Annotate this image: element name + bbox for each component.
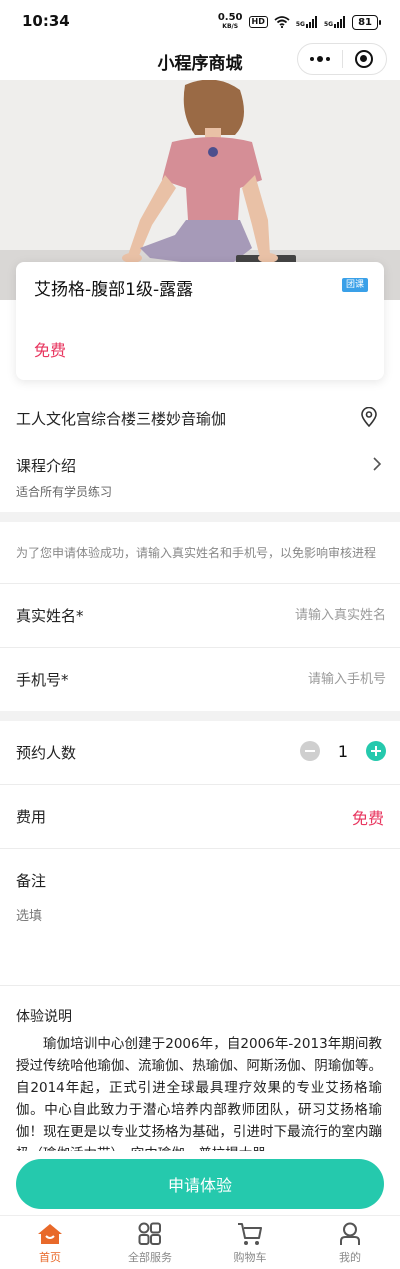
close-miniprogram-button[interactable] (342, 44, 386, 74)
course-title: 艾扬格-腹部1级-露露 (34, 280, 194, 300)
tab-cart[interactable]: 购物车 (200, 1216, 300, 1269)
course-intro-subtitle: 适合所有学员练习 (16, 485, 113, 499)
signal-1-label: 5G (295, 21, 305, 28)
booking-count-row: 预约人数 1 (0, 721, 400, 784)
location-text: 工人文化宫综合楼三楼妙音瑜伽 (16, 410, 227, 428)
hd-badge: HD (248, 16, 268, 28)
location-pin-icon (361, 407, 377, 427)
quantity-stepper: 1 (300, 741, 386, 761)
real-name-label: 真实姓名* (16, 607, 84, 625)
network-speed-unit: KB/S (222, 23, 239, 30)
wifi-icon (274, 16, 290, 28)
battery-indicator: 81 (352, 14, 381, 30)
fee-value: 免费 (351, 809, 384, 828)
more-dots-icon (309, 56, 330, 62)
tab-home-label: 首页 (39, 1251, 61, 1264)
chevron-right-icon (373, 457, 382, 471)
network-speed-value: 0.50 (217, 12, 243, 23)
divider (0, 985, 400, 986)
minus-button[interactable] (300, 741, 320, 761)
section-gap (0, 512, 400, 522)
home-icon (37, 1222, 63, 1246)
tab-all-services[interactable]: 全部服务 (100, 1216, 200, 1269)
group-class-badge: 团课 (341, 278, 368, 292)
phone-label: 手机号* (16, 671, 69, 689)
course-intro-title: 课程介绍 (16, 457, 77, 475)
tab-profile-label: 我的 (339, 1251, 361, 1264)
remark-label: 备注 (16, 872, 47, 890)
course-price: 免费 (34, 341, 67, 360)
tab-home[interactable]: 首页 (0, 1216, 100, 1269)
plus-button[interactable] (366, 741, 386, 761)
more-button[interactable] (298, 44, 342, 74)
phone-row: 手机号* (0, 648, 400, 711)
form-tip: 为了您申请体验成功，请输入真实姓名和手机号，以免影响审核进程 (16, 546, 377, 560)
remark-input[interactable] (16, 905, 384, 975)
phone-input[interactable] (186, 666, 386, 692)
target-icon (355, 50, 374, 68)
booking-count-label: 预约人数 (16, 744, 77, 762)
miniprogram-capsule (297, 43, 387, 75)
bottom-tab-bar: 首页 全部服务 购物车 我的 (0, 1215, 400, 1269)
user-icon (337, 1222, 363, 1246)
status-bar: 10:34 0.50 KB/S HD 5G 5G 81 (0, 0, 400, 40)
location-row[interactable]: 工人文化宫综合楼三楼妙音瑜伽 (0, 395, 400, 439)
nav-bar: 小程序商城 (0, 40, 400, 80)
cart-icon (237, 1222, 263, 1246)
signal-1-icon: 5G (296, 16, 318, 28)
status-time: 10:34 (22, 12, 70, 30)
signal-2-icon: 5G (324, 16, 346, 28)
course-card: 艾扬格-腹部1级-露露 团课 免费 (16, 262, 384, 380)
status-icons: 0.50 KB/S HD 5G 5G 81 (218, 13, 381, 31)
tab-cart-label: 购物车 (233, 1251, 267, 1264)
tab-all-services-label: 全部服务 (128, 1251, 172, 1264)
fee-row: 费用 免费 (0, 785, 400, 848)
section-gap (0, 711, 400, 721)
divider (0, 848, 400, 849)
experience-body: 瑜伽培训中心创建于2006年，自2006年-2013年期间教授过传统哈他瑜伽、流… (16, 1036, 382, 1151)
experience-title: 体验说明 (16, 1009, 72, 1025)
real-name-input[interactable] (186, 602, 386, 628)
course-intro-row[interactable]: 课程介绍 适合所有学员练习 (0, 448, 400, 508)
apply-trial-button[interactable]: 申请体验 (16, 1159, 384, 1209)
fee-label: 费用 (16, 808, 47, 826)
tab-profile[interactable]: 我的 (300, 1216, 400, 1269)
real-name-row: 真实姓名* (0, 584, 400, 647)
network-speed: 0.50 KB/S (218, 13, 243, 31)
signal-2-label: 5G (323, 21, 334, 28)
grid-icon (137, 1222, 163, 1246)
quantity-value: 1 (337, 741, 349, 761)
